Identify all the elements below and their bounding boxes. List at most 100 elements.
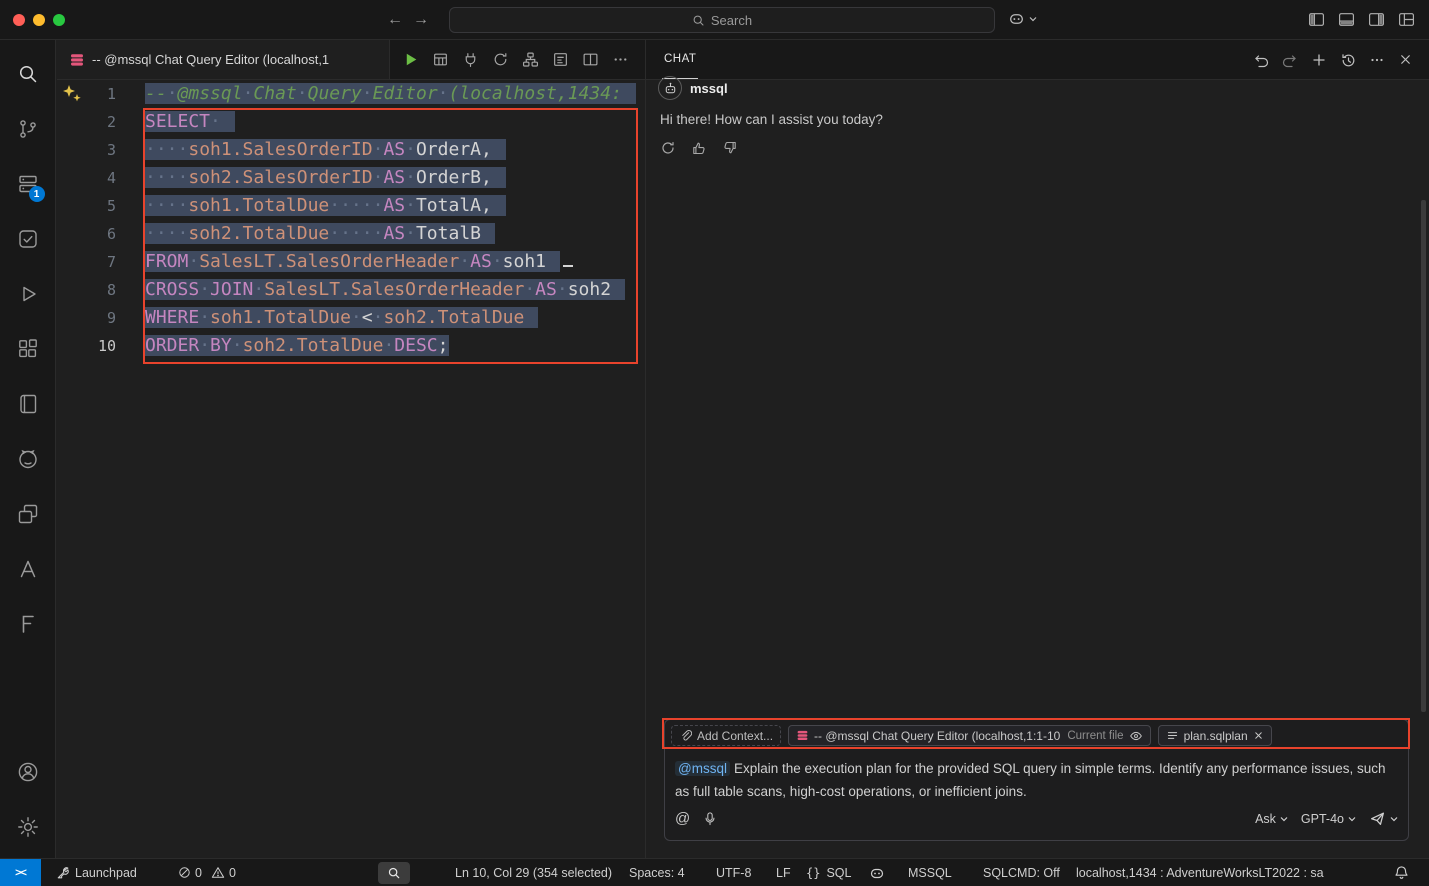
code-line[interactable]: 4····soh2.SalesOrderID·AS·OrderB,: [57, 164, 645, 192]
chat-message: mssql Hi there! How can I assist you tod…: [658, 76, 1409, 156]
more-actions-button[interactable]: [612, 51, 629, 68]
file-context-label: -- @mssql Chat Query Editor (localhost,1…: [814, 729, 1060, 743]
add-context-chip[interactable]: Add Context...: [671, 725, 781, 746]
macos-minimize-button[interactable]: [33, 14, 45, 26]
chat-input-widget[interactable]: Add Context... -- @mssql Chat Query Edit…: [664, 719, 1409, 841]
macos-zoom-button[interactable]: [53, 14, 65, 26]
undo-icon[interactable]: [1253, 52, 1269, 68]
more-actions-icon[interactable]: [1369, 52, 1385, 68]
sqlcmd-status-item[interactable]: SQLCMD: Off: [983, 859, 1060, 886]
microphone-icon[interactable]: [703, 811, 717, 827]
code-editor[interactable]: 1--·@mssql·Chat·Query·Editor·(localhost,…: [57, 80, 645, 858]
thumbs-down-icon[interactable]: [722, 140, 738, 156]
zoom-indicator[interactable]: [378, 862, 410, 884]
code-line[interactable]: 7FROM·SalesLT.SalesOrderHeader·AS·soh1: [57, 248, 645, 276]
close-icon[interactable]: [1253, 730, 1264, 741]
launchpad-status-item[interactable]: Launchpad: [56, 859, 137, 886]
close-icon[interactable]: [1398, 52, 1413, 67]
file-context-chip[interactable]: -- @mssql Chat Query Editor (localhost,1…: [788, 725, 1151, 746]
split-editor-button[interactable]: [582, 51, 599, 68]
remote-indicator[interactable]: ><: [0, 859, 41, 886]
chevron-down-icon: [1029, 16, 1037, 22]
sidebar-item-notebooks[interactable]: [4, 376, 52, 431]
eol-status[interactable]: LF: [776, 859, 791, 886]
mssql-status-item[interactable]: MSSQL: [908, 859, 952, 886]
toggle-primary-sidebar-button[interactable]: [1308, 11, 1325, 28]
run-query-button[interactable]: [402, 51, 419, 68]
sidebar-item-source-control[interactable]: [4, 101, 52, 156]
notifications-bell[interactable]: [1394, 859, 1409, 886]
tab-chat[interactable]: CHAT: [662, 40, 698, 79]
toggle-secondary-sidebar-button[interactable]: [1368, 11, 1385, 28]
sidebar-item-account[interactable]: [4, 744, 52, 799]
chat-panel: CHAT mssql Hi there! How can I assist yo…: [646, 40, 1429, 858]
mssql-mention[interactable]: @mssql: [675, 761, 730, 776]
code-line[interactable]: 5····soh1.TotalDue·····AS·TotalA,: [57, 192, 645, 220]
github-icon: [16, 447, 40, 471]
indentation-status[interactable]: Spaces: 4: [629, 859, 685, 886]
regenerate-icon[interactable]: [660, 140, 676, 156]
navigate-back-button[interactable]: ←: [384, 9, 406, 31]
line-number: 2: [57, 108, 116, 136]
command-center-search[interactable]: Search: [449, 7, 995, 33]
history-icon[interactable]: [1340, 52, 1356, 68]
code-line[interactable]: 2SELECT·: [57, 108, 645, 136]
plan-file-chip[interactable]: plan.sqlplan: [1158, 725, 1272, 746]
send-button[interactable]: [1369, 810, 1398, 827]
mention-button[interactable]: @: [675, 810, 690, 827]
sidebar-item-query-history[interactable]: [4, 211, 52, 266]
code-line[interactable]: 10ORDER·BY·soh2.TotalDue·DESC;: [57, 332, 645, 360]
copilot-status-item[interactable]: [869, 859, 885, 886]
cursor-position-status[interactable]: Ln 10, Col 29 (354 selected): [455, 859, 612, 886]
macos-close-button[interactable]: [13, 14, 25, 26]
change-connection-button[interactable]: [492, 51, 509, 68]
chat-input-text[interactable]: @mssqlExplain the execution plan for the…: [665, 751, 1408, 805]
chat-message-actions: [660, 140, 1409, 156]
language-mode-status[interactable]: {} SQL: [806, 859, 851, 886]
query-plan-button[interactable]: [552, 51, 569, 68]
sidebar-item-remote-explorer[interactable]: [4, 486, 52, 541]
run-icon: [16, 282, 40, 306]
eye-icon[interactable]: [1129, 730, 1143, 742]
redo-icon[interactable]: [1282, 52, 1298, 68]
editor-tab-bar: -- @mssql Chat Query Editor (localhost,1: [57, 40, 645, 80]
line-number: 7: [57, 248, 116, 276]
code-line[interactable]: 3····soh1.SalesOrderID·AS·OrderA,: [57, 136, 645, 164]
code-line[interactable]: 9WHERE·soh1.TotalDue·<·soh2.TotalDue: [57, 304, 645, 332]
notebook-icon: [16, 392, 40, 416]
editor-tab-active[interactable]: -- @mssql Chat Query Editor (localhost,1: [57, 40, 390, 79]
sidebar-item-database-projects[interactable]: [4, 596, 52, 651]
list-file-icon: [1166, 729, 1179, 742]
sidebar-item-connections[interactable]: 1: [4, 156, 52, 211]
sidebar-item-settings[interactable]: [4, 799, 52, 854]
sidebar-item-extensions[interactable]: [4, 321, 52, 376]
customize-layout-button[interactable]: [1398, 11, 1415, 28]
sidebar-item-search[interactable]: [4, 46, 52, 101]
database-projects-icon: [16, 612, 40, 636]
estimated-plan-button[interactable]: [522, 51, 539, 68]
toggle-panel-button[interactable]: [1338, 11, 1355, 28]
sidebar-item-run-debug[interactable]: [4, 266, 52, 321]
copilot-menu-button[interactable]: [1008, 10, 1037, 27]
code-line[interactable]: 8CROSS·JOIN·SalesLT.SalesOrderHeader·AS·…: [57, 276, 645, 304]
sidebar-item-github[interactable]: [4, 431, 52, 486]
encoding-status[interactable]: UTF-8: [716, 859, 751, 886]
problems-status-item[interactable]: 0 0: [178, 859, 241, 886]
code-line[interactable]: 6····soh2.TotalDue·····AS·TotalB: [57, 220, 645, 248]
chat-mode-dropdown[interactable]: Ask: [1255, 812, 1288, 826]
disconnect-plug-button[interactable]: [462, 51, 479, 68]
chat-header-actions: [1253, 52, 1413, 68]
code-line[interactable]: 1--·@mssql·Chat·Query·Editor·(localhost,…: [57, 80, 645, 108]
connection-status-item[interactable]: localhost,1434 : AdventureWorksLT2022 : …: [1076, 859, 1324, 886]
model-picker-dropdown[interactable]: GPT-4o: [1301, 812, 1356, 826]
results-grid-button[interactable]: [432, 51, 449, 68]
navigate-forward-button[interactable]: →: [410, 9, 432, 31]
thumbs-up-icon[interactable]: [691, 140, 707, 156]
mssql-database-icon: [69, 52, 85, 68]
chat-scrollbar[interactable]: [1421, 200, 1426, 712]
source-control-icon: [16, 117, 40, 141]
line-number: 8: [57, 276, 116, 304]
new-chat-icon[interactable]: [1311, 52, 1327, 68]
language-label: SQL: [826, 866, 851, 880]
sidebar-item-azure[interactable]: [4, 541, 52, 596]
